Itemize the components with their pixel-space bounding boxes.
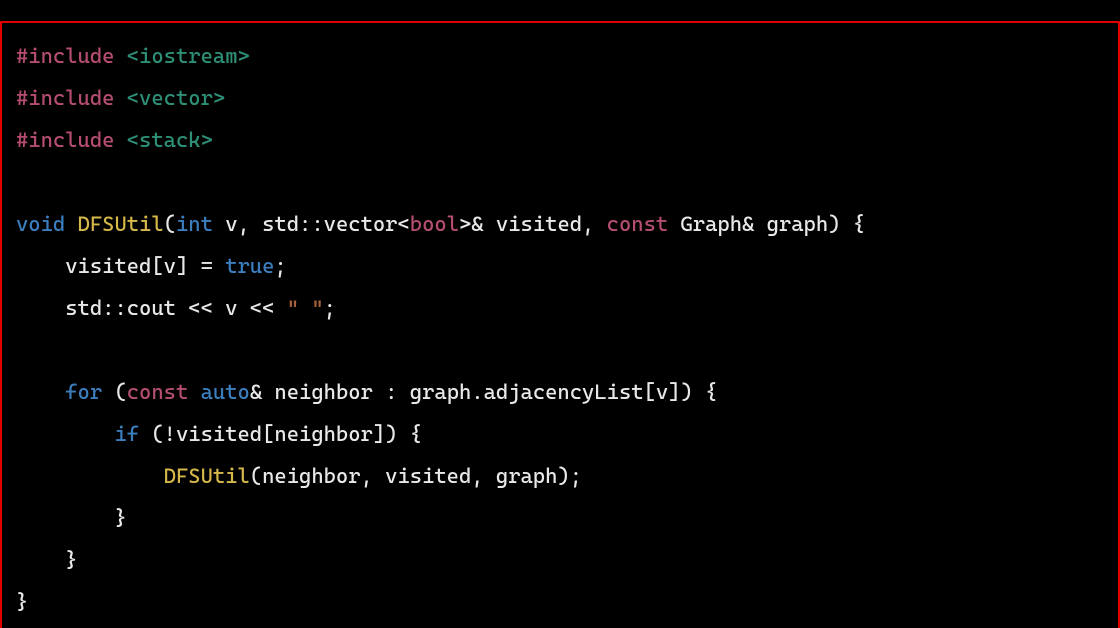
code-token: bool [410, 212, 459, 236]
code-token: #include [16, 44, 114, 68]
code-line: #include <vector> [16, 86, 225, 110]
code-token: true [225, 254, 274, 278]
code-token: #include [16, 86, 114, 110]
code-token: std::cout << v << [65, 296, 286, 320]
code-line: } [16, 506, 127, 530]
code-line: } [16, 590, 28, 614]
code-line: } [16, 548, 78, 572]
code-token: int [176, 212, 213, 236]
code-token: (!visited[neighbor]) { [139, 422, 422, 446]
code-token: void [16, 212, 65, 236]
code-token: DFSUtil [164, 464, 250, 488]
code-token: #include [16, 128, 114, 152]
code-token: } [16, 590, 28, 614]
indent [16, 506, 114, 530]
code-block: #include <iostream> #include <vector> #i… [0, 21, 1120, 628]
code-token: if [114, 422, 139, 446]
code-token [114, 44, 126, 68]
code-token: ( [164, 212, 176, 236]
code-token [114, 86, 126, 110]
code-token: Graph& graph) { [668, 212, 865, 236]
code-token: for [65, 380, 102, 404]
indent [16, 296, 65, 320]
code-token [114, 128, 126, 152]
code-token: } [65, 548, 77, 572]
code-token: <iostream> [127, 44, 250, 68]
indent [16, 254, 65, 278]
code-token: auto [201, 380, 250, 404]
code-token: ; [324, 296, 336, 320]
code-token: const [127, 380, 189, 404]
code-token: visited[v] = [65, 254, 225, 278]
indent [16, 380, 65, 404]
code-token: <vector> [127, 86, 225, 110]
code-token: DFSUtil [78, 212, 164, 236]
indent [16, 422, 114, 446]
indent [16, 548, 65, 572]
code-line: #include <stack> [16, 128, 213, 152]
code-line: void DFSUtil(int v, std::vector<bool>& v… [16, 212, 865, 236]
code-token: >& visited, [459, 212, 607, 236]
code-line: std::cout << v << " "; [16, 296, 336, 320]
code-token: } [114, 506, 126, 530]
code-token: ( [102, 380, 127, 404]
code-line: for (const auto& neighbor : graph.adjace… [16, 380, 717, 404]
code-token: <stack> [127, 128, 213, 152]
code-line: #include <iostream> [16, 44, 250, 68]
code-token: ; [274, 254, 286, 278]
code-token [65, 212, 77, 236]
code-token: const [607, 212, 669, 236]
code-line: DFSUtil(neighbor, visited, graph); [16, 464, 582, 488]
code-token: v, std::vector< [213, 212, 410, 236]
indent [16, 464, 164, 488]
code-line: if (!visited[neighbor]) { [16, 422, 422, 446]
code-token: (neighbor, visited, graph); [250, 464, 582, 488]
code-line: visited[v] = true; [16, 254, 287, 278]
code-token: & neighbor : graph.adjacencyList[v]) { [250, 380, 718, 404]
code-token [188, 380, 200, 404]
code-token: " " [287, 296, 324, 320]
